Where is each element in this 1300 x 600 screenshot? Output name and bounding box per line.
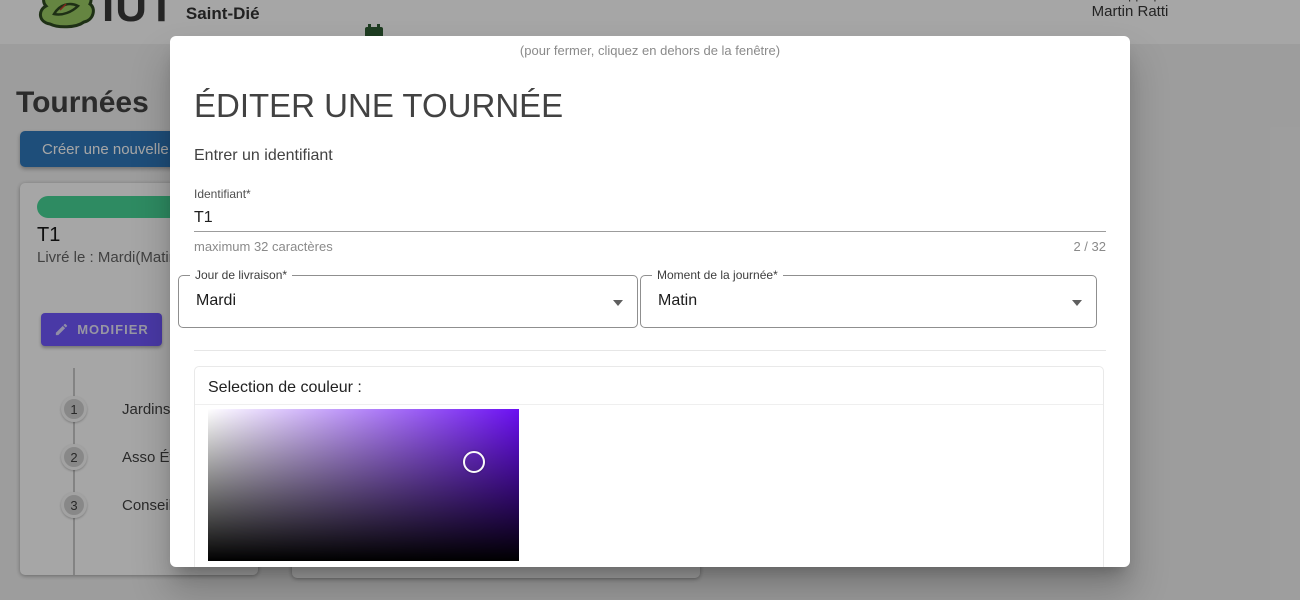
- modal-subtitle: Entrer un identifiant: [194, 147, 333, 165]
- input-underline: [194, 231, 1106, 232]
- close-hint: (pour fermer, cliquez en dehors de la fe…: [170, 43, 1130, 58]
- day-select-label: Jour de livraison*: [190, 268, 292, 282]
- chevron-down-icon: [1072, 300, 1082, 306]
- color-picker-title: Selection de couleur :: [208, 379, 362, 397]
- saturation-value-picker[interactable]: [208, 409, 519, 561]
- app-screen: IUT Saint-Dié Développé par Martin Ratti…: [0, 0, 1300, 600]
- color-picker-card: Selection de couleur :: [194, 366, 1104, 567]
- chevron-down-icon: [613, 300, 623, 306]
- divider: [195, 404, 1103, 405]
- edit-tour-modal: (pour fermer, cliquez en dehors de la fe…: [170, 36, 1130, 567]
- divider: [194, 350, 1106, 351]
- day-select-value: Mardi: [196, 292, 236, 310]
- modal-title: ÉDITER UNE TOURNÉE: [194, 86, 563, 126]
- moment-select-label: Moment de la journée*: [652, 268, 783, 282]
- identifiant-input[interactable]: [194, 206, 1106, 230]
- char-counter: 2 / 32: [1073, 239, 1106, 254]
- color-picker-cursor[interactable]: [463, 451, 485, 473]
- day-select[interactable]: Jour de livraison* Mardi: [178, 275, 638, 328]
- moment-select[interactable]: Moment de la journée* Matin: [640, 275, 1097, 328]
- identifiant-label: Identifiant*: [194, 187, 251, 201]
- identifiant-helper: maximum 32 caractères: [194, 239, 333, 254]
- moment-select-value: Matin: [658, 292, 697, 310]
